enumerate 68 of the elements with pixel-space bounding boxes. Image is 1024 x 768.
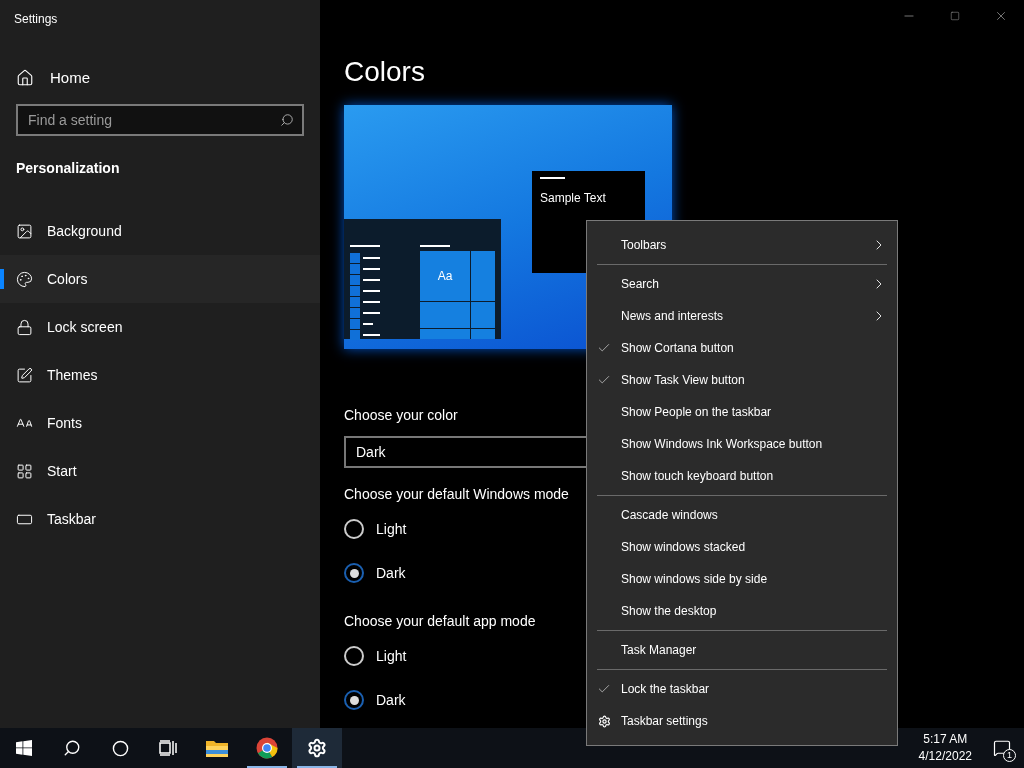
group-label: Choose your default app mode [344, 612, 536, 631]
preview-tile [420, 302, 470, 328]
preview-tile: Aa [420, 251, 470, 301]
menu-item[interactable]: Cascade windows [587, 499, 897, 531]
menu-item[interactable]: Show the desktop [587, 595, 897, 627]
menu-item[interactable]: Show Cortana button [587, 332, 897, 364]
sidebar-item[interactable]: Themes [0, 351, 320, 399]
search-icon [63, 739, 81, 757]
grid-icon [16, 462, 33, 480]
notifications-button[interactable]: 1 [980, 728, 1024, 768]
preview-tile [471, 251, 495, 301]
radio-option[interactable]: Light [344, 634, 415, 678]
menu-item[interactable]: Task Manager [587, 634, 897, 666]
menu-item[interactable]: Show windows stacked [587, 531, 897, 563]
sidebar-item[interactable]: Start [0, 447, 320, 495]
windows-logo-icon [16, 740, 32, 756]
clock-date: 4/12/2022 [918, 748, 972, 765]
folder-icon [206, 739, 228, 757]
gear-icon [307, 738, 327, 758]
preview-tile [471, 329, 495, 339]
lock-icon [16, 318, 33, 336]
close-icon [994, 9, 1008, 23]
sidebar-item[interactable]: Background [0, 207, 320, 255]
menu-item[interactable]: News and interests [587, 300, 897, 332]
color-label: Choose your color [344, 406, 458, 425]
window-title: Settings [13, 11, 59, 28]
home-icon [16, 69, 34, 87]
group-label: Choose your default Windows mode [344, 485, 569, 504]
image-icon [16, 222, 33, 240]
check-icon [597, 341, 611, 355]
menu-item[interactable]: Toolbars [587, 229, 897, 261]
message-icon [993, 739, 1011, 757]
preview-tile [420, 329, 470, 339]
menu-item[interactable]: Show People on the taskbar [587, 396, 897, 428]
page-title: Colors [344, 55, 425, 89]
check-icon [597, 373, 611, 387]
radio-option[interactable]: Dark [344, 678, 414, 722]
menu-item[interactable]: Search [587, 268, 897, 300]
taskbar-app[interactable] [292, 728, 342, 768]
menu-item[interactable]: Show Task View button [587, 364, 897, 396]
task-view-icon [159, 740, 177, 756]
radio-button[interactable] [344, 690, 364, 710]
notification-count: 1 [1003, 749, 1016, 762]
menu-item[interactable]: Show windows side by side [587, 563, 897, 595]
circle-icon [111, 739, 129, 757]
browser-icon [256, 737, 278, 759]
check-icon [597, 682, 611, 696]
gear-icon [598, 714, 611, 728]
radio-option[interactable]: Light [344, 507, 415, 551]
home-link[interactable]: Home [0, 66, 98, 90]
section-heading: Personalization [15, 159, 120, 178]
clock-time: 5:17 AM [923, 731, 968, 748]
sidebar-item[interactable]: Taskbar [0, 495, 320, 543]
preview-text: Sample Text [540, 190, 606, 207]
search-field[interactable]: Find a setting [16, 104, 304, 136]
sidebar-item[interactable]: Lock screen [0, 303, 320, 351]
search-icon [280, 113, 294, 127]
preview-tile [471, 302, 495, 328]
palette-icon [16, 270, 33, 288]
sidebar-item[interactable]: Fonts [0, 399, 320, 447]
sidebar-item[interactable]: Colors [0, 255, 320, 303]
radio-option[interactable]: Dark [344, 551, 414, 595]
menu-item[interactable]: Taskbar settings [587, 705, 897, 737]
clock[interactable]: 5:17 AM 4/12/2022 [910, 731, 980, 765]
radio-button[interactable] [344, 563, 364, 583]
pen-square-icon [16, 366, 33, 384]
maximize-icon [950, 11, 960, 21]
menu-item[interactable]: Lock the taskbar [587, 673, 897, 705]
